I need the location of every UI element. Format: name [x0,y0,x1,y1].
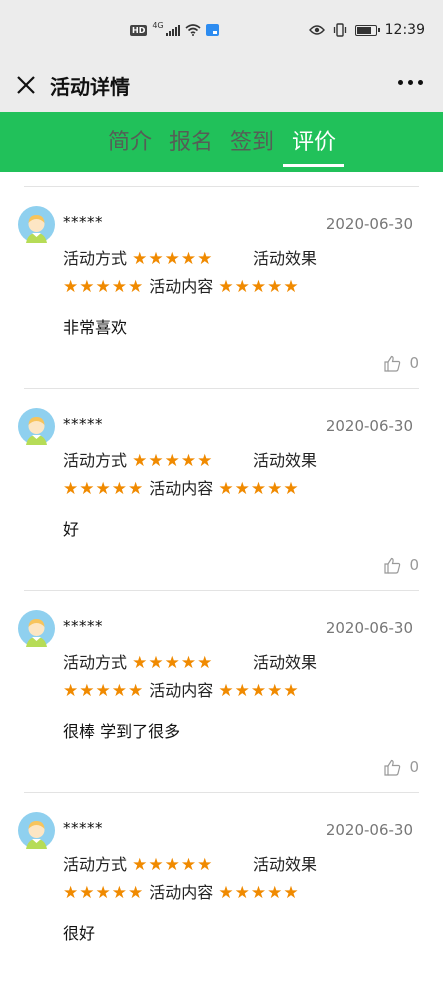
rating-label-method: 活动方式 [63,451,128,470]
star-rating-content: ★★★★★ [218,277,300,297]
like-count: 0 [409,354,419,372]
rating-label-content: 活动内容 [149,277,214,296]
review-comment: 好 [63,520,80,539]
like-count: 0 [409,758,419,776]
star-rating-method: ★★★★★ [132,249,214,269]
thumbs-up-icon [384,557,401,574]
thumbs-up-icon [384,355,401,372]
page-title: 活动详情 [50,75,130,99]
rating-row: 活动方式 ★★★★★ 活动效果 [63,245,317,269]
status-right: 12:39 [308,22,425,38]
review-username: ***** [63,819,103,837]
signal-icon [165,24,180,36]
review-comment: 很棒 学到了很多 [63,722,181,741]
rating-label-content: 活动内容 [149,883,214,902]
avatar-icon [18,206,55,243]
review-item: ***** 2020-06-30 活动方式 ★★★★★ 活动效果 ★★★★★ 活… [0,591,443,793]
avatar-icon [18,408,55,445]
rating-label-content: 活动内容 [149,681,214,700]
review-comment: 非常喜欢 [63,318,128,337]
review-username: ***** [63,213,103,231]
active-tab-indicator [283,164,344,167]
tab-register[interactable]: 报名 [169,124,213,164]
clock: 12:39 [384,22,425,38]
star-rating-effect: ★★★★★ [63,277,145,297]
rating-label-effect: 活动效果 [253,249,318,268]
star-rating-content: ★★★★★ [218,681,300,701]
title-bar: 活动详情 [0,62,443,112]
tab-intro[interactable]: 简介 [108,124,152,164]
star-rating-effect: ★★★★★ [63,479,145,499]
review-item: ***** 2020-06-30 活动方式 ★★★★★ 活动效果 ★★★★★ 活… [0,187,443,389]
like-count: 0 [409,556,419,574]
avatar-icon [18,610,55,647]
thumbs-up-icon [384,759,401,776]
review-date: 2020-06-30 [325,215,413,233]
avatar-icon [18,812,55,849]
wifi-icon [185,24,201,36]
rating-row: 活动方式 ★★★★★ 活动效果 [63,649,317,673]
rating-label-effect: 活动效果 [253,855,318,874]
star-rating-content: ★★★★★ [218,479,300,499]
like-button[interactable]: 0 [384,556,419,574]
review-date: 2020-06-30 [325,821,413,839]
rating-label-method: 活动方式 [63,249,128,268]
status-indicators: HD 4G [130,20,219,36]
like-button[interactable]: 0 [384,354,419,372]
rating-row: ★★★★★ 活动内容 ★★★★★ [63,475,300,499]
vibrate-icon [333,23,346,37]
star-rating-method: ★★★★★ [132,855,214,875]
eye-icon [308,25,325,35]
rating-label-effect: 活动效果 [253,451,318,470]
review-comment: 很好 [63,924,96,943]
tab-bar: 简介 报名 签到 评价 [0,112,443,172]
tab-checkin[interactable]: 签到 [230,124,274,164]
star-rating-content: ★★★★★ [218,883,300,903]
review-item: ***** 2020-06-30 活动方式 ★★★★★ 活动效果 ★★★★★ 活… [0,793,443,995]
rating-row: 活动方式 ★★★★★ 活动效果 [63,851,317,875]
star-rating-method: ★★★★★ [132,451,214,471]
rating-label-effect: 活动效果 [253,653,318,672]
rating-label-method: 活动方式 [63,653,128,672]
star-rating-effect: ★★★★★ [63,883,145,903]
rating-label-method: 活动方式 [63,855,128,874]
review-item: ***** 2020-06-30 活动方式 ★★★★★ 活动效果 ★★★★★ 活… [0,389,443,591]
review-username: ***** [63,617,103,635]
star-rating-method: ★★★★★ [132,653,214,673]
tab-review[interactable]: 评价 [292,124,336,164]
review-date: 2020-06-30 [325,417,413,435]
like-button[interactable]: 0 [384,758,419,776]
battery-icon [354,24,380,36]
rating-row: ★★★★★ 活动内容 ★★★★★ [63,677,300,701]
status-bar: HD 4G 12:39 [0,0,443,62]
app-notification-icon [205,24,219,36]
review-date: 2020-06-30 [325,619,413,637]
rating-row: 活动方式 ★★★★★ 活动效果 [63,447,317,471]
more-icon[interactable] [398,80,423,85]
star-rating-effect: ★★★★★ [63,681,145,701]
review-username: ***** [63,415,103,433]
close-icon[interactable] [12,71,40,99]
rating-row: ★★★★★ 活动内容 ★★★★★ [63,273,300,297]
hd-icon: HD [130,24,148,36]
network-type: 4G [152,20,164,30]
rating-label-content: 活动内容 [149,479,214,498]
rating-row: ★★★★★ 活动内容 ★★★★★ [63,879,300,903]
